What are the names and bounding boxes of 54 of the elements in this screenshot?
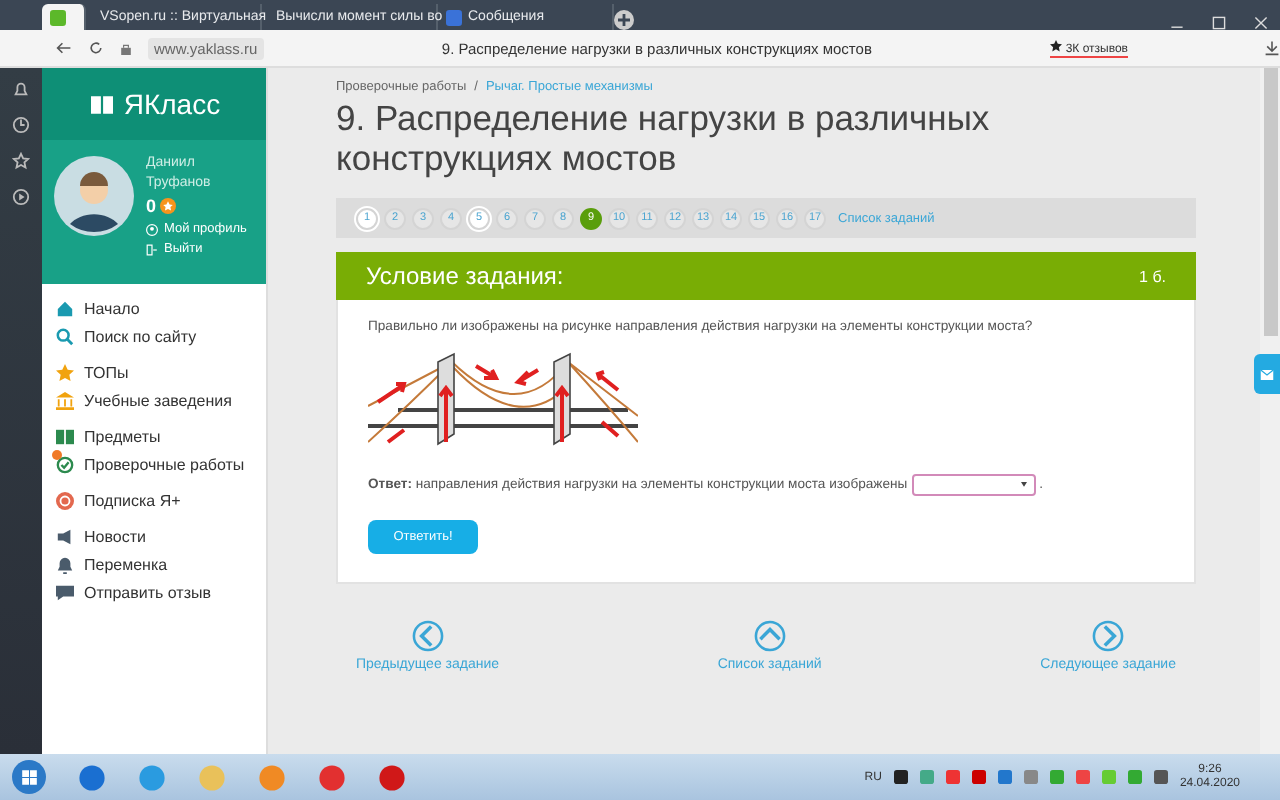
browser-tab[interactable] bbox=[42, 4, 86, 30]
user-circle-icon bbox=[146, 223, 158, 235]
books-icon bbox=[56, 428, 74, 446]
scrollbar-thumb[interactable] bbox=[1264, 68, 1278, 336]
tab-favicon-icon bbox=[50, 9, 66, 25]
sidebar-menu-item[interactable]: Переменка bbox=[84, 556, 168, 574]
envelope-icon bbox=[1260, 369, 1274, 379]
home-icon bbox=[56, 300, 74, 318]
lock-icon bbox=[120, 41, 132, 55]
sidebar-menu-item[interactable]: Подписка Я+ bbox=[84, 492, 181, 510]
maximize-icon[interactable] bbox=[1212, 16, 1226, 30]
play-icon[interactable] bbox=[12, 188, 30, 206]
site-logo[interactable]: ЯКласс bbox=[123, 88, 221, 120]
sidebar-menu-item[interactable]: Отправить отзыв bbox=[84, 584, 211, 602]
chevron-circle-icon[interactable] bbox=[753, 620, 786, 652]
dropdown-caret-icon bbox=[1019, 482, 1028, 488]
exit-door-icon bbox=[146, 243, 158, 255]
task-points: 1 б. bbox=[1139, 267, 1166, 285]
sidebar-menu-item[interactable]: Учебные заведения bbox=[84, 392, 232, 410]
bell-icon bbox=[56, 556, 74, 574]
sidebar-menu-item[interactable]: Проверочные работы bbox=[84, 456, 245, 474]
sidebar-menu-item[interactable]: Начало bbox=[84, 300, 140, 318]
feedback-mail-button[interactable] bbox=[1254, 354, 1280, 394]
speech-bubble-icon bbox=[56, 584, 74, 602]
reload-icon[interactable] bbox=[88, 40, 104, 56]
chevron-circle-icon[interactable] bbox=[411, 620, 444, 652]
clock-icon[interactable] bbox=[12, 116, 30, 134]
points-count: 0 bbox=[146, 196, 157, 216]
chevron-circle-icon[interactable] bbox=[1092, 620, 1125, 652]
task-header-title: Условие задания: bbox=[366, 262, 564, 290]
page-heading: 9. Распределение нагрузки в различных конструкциях мостов bbox=[336, 98, 992, 178]
tab-favicon-icon bbox=[446, 9, 462, 25]
sidebar-menu-item[interactable]: Новости bbox=[84, 528, 146, 546]
coin-star-icon bbox=[160, 198, 177, 214]
circle-icon bbox=[56, 492, 74, 510]
avatar-silhouette[interactable] bbox=[54, 156, 134, 236]
download-icon[interactable] bbox=[1264, 40, 1280, 56]
close-icon[interactable] bbox=[1254, 16, 1268, 30]
search-icon bbox=[56, 328, 74, 346]
sidebar-menu-item[interactable]: ТОПы bbox=[84, 364, 129, 382]
book-logo-icon bbox=[87, 93, 116, 115]
building-icon bbox=[56, 392, 74, 410]
checkmark-circle-icon bbox=[56, 456, 74, 474]
bell-icon[interactable] bbox=[12, 80, 30, 98]
start-orb-icon[interactable] bbox=[12, 760, 46, 794]
star-icon bbox=[56, 364, 74, 382]
new-tab-icon[interactable] bbox=[614, 10, 634, 30]
answer-dropdown[interactable] bbox=[911, 474, 1036, 496]
star-icon[interactable] bbox=[12, 152, 30, 170]
sidebar-menu-item[interactable]: Поиск по сайту bbox=[84, 328, 197, 346]
sidebar-menu-item[interactable]: Предметы bbox=[84, 428, 161, 446]
back-arrow-icon[interactable] bbox=[56, 40, 72, 56]
megaphone-icon bbox=[56, 528, 74, 546]
star-icon bbox=[1050, 39, 1063, 51]
